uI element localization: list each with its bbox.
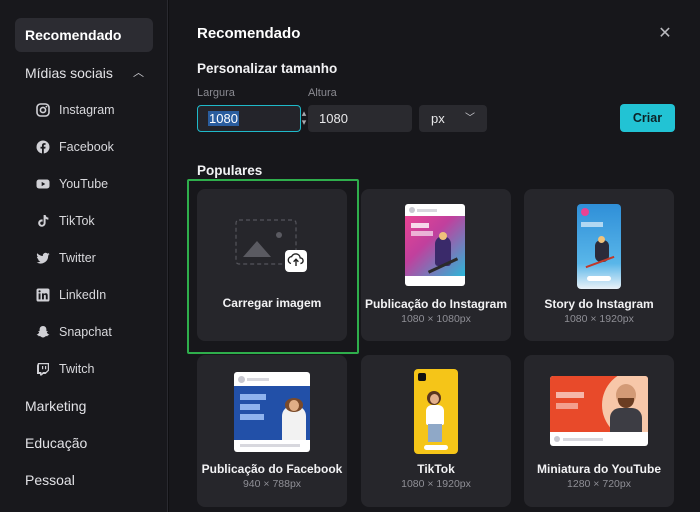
page-title: Recomendado [197, 25, 301, 42]
youtube-icon [36, 177, 50, 191]
card-title: Publicação do Facebook [201, 462, 343, 476]
facebook-icon [36, 140, 50, 154]
sidebar-item-label: Snapchat [59, 325, 112, 339]
card-title: Publicação do Instagram [364, 297, 508, 311]
instagram-post-thumbnail [405, 204, 465, 286]
card-instagram-story[interactable]: Story do Instagram 1080 × 1920px [524, 189, 674, 341]
unit-value: px [431, 111, 445, 126]
linkedin-icon [36, 288, 50, 302]
sidebar-item-linkedin[interactable]: LinkedIn [36, 285, 106, 305]
popular-heading: Populares [197, 163, 263, 178]
sidebar-item-facebook[interactable]: Facebook [36, 137, 114, 157]
sidebar-item-recommended[interactable]: Recomendado [15, 18, 153, 52]
sidebar: Recomendado Mídias sociais ︿ Instagram F… [0, 0, 168, 512]
custom-size-heading: Personalizar tamanho [197, 61, 338, 76]
sidebar-item-label: Mídias sociais [25, 65, 113, 81]
height-input[interactable]: 1080 [308, 105, 412, 132]
sidebar-item-label: Facebook [59, 140, 114, 154]
facebook-post-thumbnail [234, 372, 310, 452]
tiktok-thumbnail [414, 369, 458, 454]
width-label: Largura [197, 87, 235, 99]
sidebar-item-marketing[interactable]: Marketing [25, 396, 86, 416]
sidebar-item-label: LinkedIn [59, 288, 107, 302]
main-panel: Recomendado ✕ Personalizar tamanho Largu… [169, 0, 700, 512]
sidebar-item-label: Twitch [59, 362, 95, 376]
sidebar-item-instagram[interactable]: Instagram [36, 100, 115, 120]
width-stepper[interactable]: ▴ ▾ [300, 109, 308, 127]
card-title: Miniatura do YouTube [537, 462, 661, 476]
width-input[interactable]: 1080 [197, 105, 301, 132]
twitch-icon [36, 362, 50, 376]
card-size: 1280 × 720px [567, 478, 631, 490]
instagram-icon [36, 103, 50, 117]
tiktok-icon [36, 214, 50, 228]
twitter-icon [36, 251, 50, 265]
card-size: 940 × 788px [242, 478, 302, 490]
selection-highlight [187, 179, 359, 354]
card-title: TikTok [417, 462, 455, 476]
height-label: Altura [308, 87, 337, 99]
youtube-thumbnail-preview [550, 376, 648, 446]
chevron-up-icon: ︿ [133, 67, 144, 79]
sidebar-item-personal[interactable]: Pessoal [25, 470, 75, 490]
card-facebook-post[interactable]: Publicação do Facebook 940 × 788px [197, 355, 347, 507]
snapchat-icon [36, 325, 50, 339]
card-size: 1080 × 1920px [401, 478, 471, 490]
sidebar-item-twitter[interactable]: Twitter [36, 248, 96, 268]
close-icon[interactable]: ✕ [657, 26, 673, 42]
height-value: 1080 [319, 111, 348, 126]
card-size: 1080 × 1920px [564, 313, 634, 325]
sidebar-item-label: Instagram [59, 103, 115, 117]
card-size: 1080 × 1080px [401, 313, 471, 325]
card-youtube-thumbnail[interactable]: Miniatura do YouTube 1280 × 720px [524, 355, 674, 507]
chevron-down-icon: ﹀ [465, 113, 475, 124]
card-tiktok[interactable]: TikTok 1080 × 1920px [361, 355, 511, 507]
sidebar-item-label: Twitter [59, 251, 96, 265]
card-title: Story do Instagram [544, 297, 654, 311]
create-button[interactable]: Criar [620, 104, 675, 132]
sidebar-item-social[interactable]: Mídias sociais ︿ [25, 63, 144, 83]
card-instagram-post[interactable]: Publicação do Instagram 1080 × 1080px [361, 189, 511, 341]
sidebar-item-youtube[interactable]: YouTube [36, 174, 108, 194]
sidebar-item-label: YouTube [59, 177, 109, 191]
sidebar-item-education[interactable]: Educação [25, 433, 87, 453]
unit-select[interactable]: px ﹀ [419, 105, 487, 132]
instagram-story-thumbnail [577, 204, 621, 289]
sidebar-item-snapchat[interactable]: Snapchat [36, 322, 112, 342]
width-value: 1080 [208, 111, 239, 126]
sidebar-item-tiktok[interactable]: TikTok [36, 211, 95, 231]
sidebar-item-twitch[interactable]: Twitch [36, 359, 94, 379]
sidebar-item-label: TikTok [59, 214, 95, 228]
